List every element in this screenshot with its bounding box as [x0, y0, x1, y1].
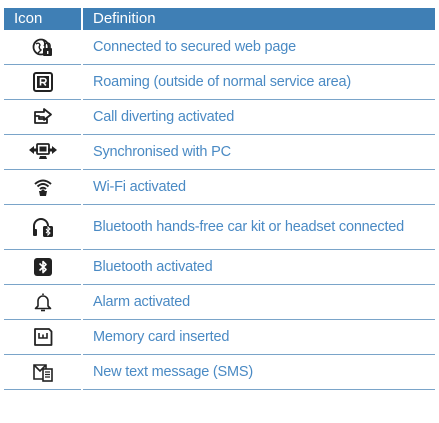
header-icon: Icon: [4, 8, 83, 30]
definition-cell: Bluetooth activated: [82, 249, 435, 285]
table-row: Connected to secured web page: [4, 30, 435, 65]
pc-sync-icon: [28, 143, 58, 160]
table-row: New text message (SMS): [4, 354, 435, 390]
icon-cell: [4, 30, 83, 65]
definition-cell: Alarm activated: [82, 284, 435, 320]
table-body: Connected to secured web page Roaming (o…: [4, 30, 435, 390]
table-row: Synchronised with PC: [4, 134, 435, 170]
alarm-bell-icon: [32, 293, 54, 312]
bluetooth-headset-icon: [31, 218, 55, 237]
definition-cell: Roaming (outside of normal service area): [82, 64, 435, 100]
secured-web-page-icon: [32, 38, 54, 56]
definition-cell: Synchronised with PC: [82, 134, 435, 170]
table-row: Roaming (outside of normal service area): [4, 64, 435, 100]
header-definition: Definition: [82, 8, 435, 30]
icon-cell: [4, 319, 83, 355]
sms-message-icon: [32, 363, 54, 382]
icon-cell: [4, 354, 83, 390]
icon-cell: [4, 249, 83, 285]
icon-cell: [4, 134, 83, 170]
definition-cell: Memory card inserted: [82, 319, 435, 355]
page: Icon Definition Connected to secured web…: [0, 0, 439, 423]
table-row: Alarm activated: [4, 284, 435, 320]
icon-cell: [4, 284, 83, 320]
definition-cell: Call diverting activated: [82, 99, 435, 135]
table-row: Wi-Fi activated: [4, 169, 435, 205]
call-divert-icon: [32, 108, 54, 125]
table-row: Bluetooth hands-free car kit or headset …: [4, 204, 435, 250]
roaming-icon: [32, 72, 54, 92]
icon-cell: [4, 204, 83, 250]
icon-cell: [4, 99, 83, 135]
icon-cell: [4, 169, 83, 205]
memory-card-icon: [32, 328, 54, 346]
wifi-icon: [32, 178, 54, 196]
table-row: Call diverting activated: [4, 99, 435, 135]
definition-cell: New text message (SMS): [82, 354, 435, 390]
icon-cell: [4, 64, 83, 100]
table-row: Memory card inserted: [4, 319, 435, 355]
table-header: Icon Definition: [4, 8, 435, 30]
table-row: Bluetooth activated: [4, 249, 435, 285]
definition-cell: Wi-Fi activated: [82, 169, 435, 205]
bluetooth-icon: [32, 258, 54, 276]
icon-definition-table: Icon Definition Connected to secured web…: [4, 8, 435, 390]
table-header-row: Icon Definition: [4, 8, 435, 30]
definition-cell: Connected to secured web page: [82, 30, 435, 65]
definition-cell: Bluetooth hands-free car kit or headset …: [82, 204, 435, 250]
